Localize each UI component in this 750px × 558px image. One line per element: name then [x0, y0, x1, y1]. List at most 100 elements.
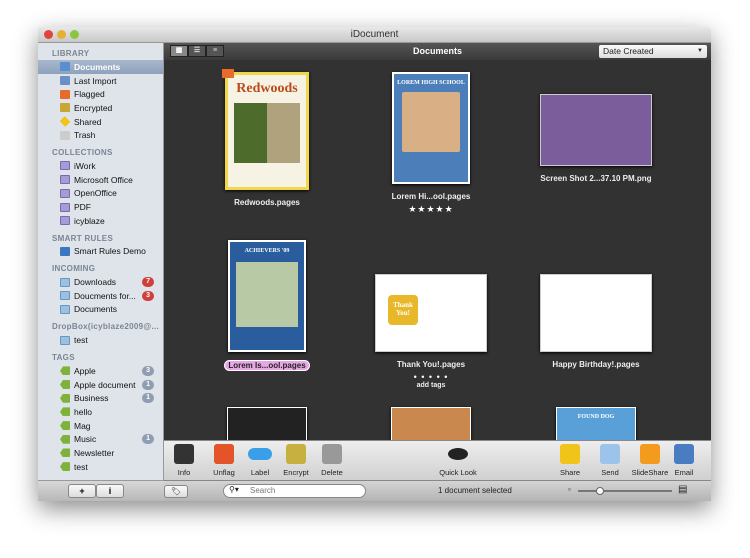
sidebar-item[interactable]: Documents [38, 303, 163, 317]
document-name[interactable]: Lorem Hi...ool.pages [389, 192, 474, 201]
sidebar-item[interactable]: Apple 3 [38, 364, 163, 378]
folder-icon [60, 304, 70, 314]
sidebar-item[interactable]: Trash [38, 128, 163, 142]
document-thumbnail[interactable]: FOUND DOG [556, 407, 636, 440]
sidebar-item[interactable]: Last Import [38, 74, 163, 88]
sidebar-item[interactable]: Shared [38, 115, 163, 129]
send-button[interactable]: Send [590, 444, 630, 477]
status-bar: 🏷 ⚲▾ 1 document selected ▫ ▤ [164, 480, 711, 501]
add-tags-link[interactable]: add tags [351, 382, 511, 389]
sidebar-item-label: Mag [74, 420, 91, 431]
unflag-button[interactable]: Unflag [204, 444, 244, 477]
document-item[interactable] [351, 407, 511, 440]
email-button[interactable]: Email [664, 444, 704, 477]
sidebar-item[interactable]: Downloads 7 [38, 275, 163, 289]
minimize-button[interactable] [57, 30, 66, 39]
document-item[interactable]: FOUND DOG [516, 407, 676, 440]
document-item[interactable]: ACHIEVERS '09 Lorem Is...ool.pages [187, 240, 347, 373]
sidebar-item[interactable]: iWork [38, 159, 163, 173]
document-thumbnail[interactable]: LOREM HIGH SCHOOL [392, 72, 470, 184]
document-name[interactable]: Thank You!.pages [394, 360, 468, 369]
folder-icon [60, 188, 70, 198]
content-title: Documents [412, 46, 462, 56]
sidebar-item[interactable]: Flagged [38, 87, 163, 101]
sidebar-item[interactable]: Mag [38, 419, 163, 433]
sidebar-item[interactable]: test [38, 333, 163, 347]
rating-stars[interactable]: ★★★★★ [351, 204, 511, 215]
chevron-down-icon: ▼ [697, 48, 703, 54]
sidebar-item[interactable]: Business 1 [38, 391, 163, 405]
email-icon [674, 444, 694, 464]
list-view-button[interactable]: ☰ [188, 45, 206, 57]
document-item[interactable]: LOREM HIGH SCHOOL Lorem Hi...ool.pages ★… [351, 72, 511, 215]
delete-button[interactable]: Delete [312, 444, 352, 477]
import-icon [60, 76, 70, 86]
sidebar-item[interactable]: Documents [38, 60, 163, 74]
sidebar-item-label: Music [74, 434, 97, 445]
label-button[interactable]: Label [240, 444, 280, 477]
sidebar-item[interactable]: Microsoft Office [38, 173, 163, 187]
close-button[interactable] [44, 30, 53, 39]
document-thumbnail[interactable] [540, 94, 652, 166]
sidebar-item-label: OpenOffice [74, 188, 117, 199]
tag-icon [60, 380, 70, 390]
detail-view-button[interactable]: ≡ [206, 45, 224, 57]
sidebar-item[interactable]: Encrypted [38, 101, 163, 115]
thumbnail-title: ACHIEVERS '09 [244, 248, 290, 254]
document-item[interactable]: Thank You! Thank You!.pages • • • • • ad… [351, 274, 511, 389]
sidebar-item[interactable]: Music 1 [38, 432, 163, 446]
document-thumbnail[interactable] [391, 407, 471, 440]
document-item[interactable]: Screen Shot 2...37.10 PM.png [516, 94, 676, 186]
folder-icon [60, 161, 70, 171]
search-field[interactable]: ⚲▾ [223, 484, 366, 498]
search-input[interactable] [250, 486, 360, 495]
sidebar-item[interactable]: hello [38, 405, 163, 419]
thumbnail-title: Thank You! [388, 295, 418, 325]
sidebar-item[interactable]: Doucments for... 3 [38, 289, 163, 303]
label-icon [248, 448, 272, 460]
document-thumbnail[interactable]: ACHIEVERS '09 [228, 240, 306, 352]
sidebar-item[interactable]: Apple document 1 [38, 378, 163, 392]
sidebar-item-label: Shared [74, 116, 102, 127]
document-item[interactable] [187, 407, 347, 440]
action-toolbar: Info Unflag Label Encrypt Delete Quick Look Sh… [164, 440, 711, 480]
sidebar-item[interactable]: Smart Rules Demo [38, 245, 163, 259]
info-button[interactable]: i [96, 484, 124, 498]
tag-icon [60, 421, 70, 431]
share-label: Share [559, 468, 580, 477]
count-badge: 1 [142, 393, 154, 404]
search-icon[interactable]: ⚲▾ [229, 485, 239, 494]
sidebar-item[interactable]: OpenOffice [38, 187, 163, 201]
thumbnail-size-slider[interactable] [578, 487, 672, 495]
encrypt-button[interactable]: Encrypt [276, 444, 316, 477]
quicklook-button[interactable]: Quick Look [434, 444, 482, 477]
document-thumbnail[interactable] [227, 407, 307, 440]
share-icon [560, 444, 580, 464]
sidebar-item[interactable]: PDF [38, 200, 163, 214]
tag-icon [60, 366, 70, 376]
slider-knob[interactable] [596, 487, 604, 495]
tag-button[interactable]: 🏷 [164, 485, 188, 498]
rating-stars[interactable]: • • • • • [351, 372, 511, 382]
delete-label: Delete [321, 468, 343, 477]
sidebar-item[interactable]: Newsletter [38, 446, 163, 460]
share-button[interactable]: Share [550, 444, 590, 477]
document-name[interactable]: Screen Shot 2...37.10 PM.png [537, 174, 654, 183]
sidebar-item[interactable]: icyblaze [38, 214, 163, 228]
document-thumbnail[interactable]: Thank You! [375, 274, 487, 352]
sidebar-item[interactable]: test [38, 460, 163, 474]
sort-dropdown[interactable]: Date Created ▼ [599, 45, 707, 58]
document-name[interactable]: Lorem Is...ool.pages [224, 360, 310, 371]
section-collections: COLLECTIONS [52, 148, 113, 158]
document-item[interactable]: Happy Birthday!.pages [516, 274, 676, 372]
document-thumbnail[interactable]: Redwoods [222, 69, 309, 190]
tag-icon [60, 407, 70, 417]
info-button[interactable]: Info [164, 444, 204, 477]
grid-view-button[interactable]: ▦ [170, 45, 188, 57]
document-thumbnail[interactable] [540, 274, 652, 352]
document-name[interactable]: Redwoods.pages [231, 198, 303, 207]
add-button[interactable]: + [68, 484, 96, 498]
zoom-button[interactable] [70, 30, 79, 39]
document-item[interactable]: Redwoods Redwoods.pages [187, 69, 347, 210]
document-name[interactable]: Happy Birthday!.pages [549, 360, 642, 369]
